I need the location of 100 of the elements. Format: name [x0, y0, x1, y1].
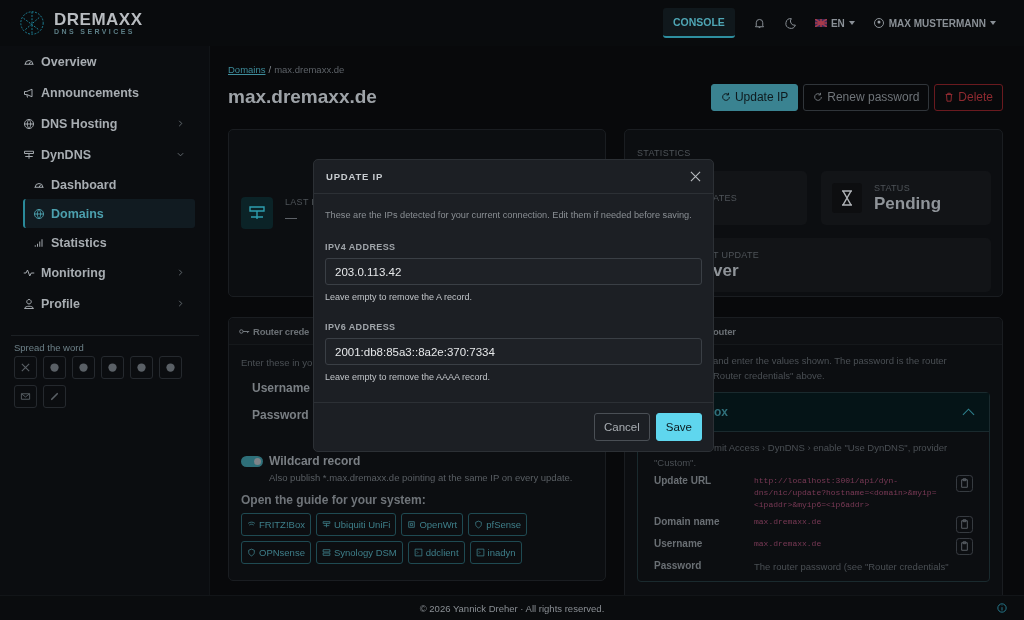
stat-label: STATUS [874, 182, 911, 193]
guide-button[interactable]: Synology DSM [315, 541, 403, 564]
share-button[interactable] [130, 356, 153, 379]
share-button[interactable] [101, 356, 124, 379]
chevron-icon [176, 268, 185, 277]
sidebar-item[interactable]: Profile [17, 288, 195, 319]
guide-button[interactable]: inadyn [469, 541, 522, 564]
cancel-button[interactable]: Cancel [593, 413, 650, 441]
server-icon [321, 548, 331, 557]
guide-button[interactable]: OpenWrt [401, 513, 464, 536]
setting-label: Password [654, 560, 703, 571]
share-button[interactable] [14, 356, 37, 379]
user-icon[interactable] [872, 17, 885, 29]
sidebar-item[interactable]: DynDNS [17, 139, 195, 170]
circle-logo-icon [49, 362, 60, 373]
guide-button[interactable]: ddclient [407, 541, 465, 564]
share-title: Spread the word [14, 342, 85, 353]
breadcrumb-link[interactable]: Domains [228, 64, 266, 75]
setting-value: The router password (see "Router credentials" [754, 560, 950, 573]
guide-button[interactable]: pfSense [468, 513, 528, 536]
sidebar-item[interactable]: Domains [23, 199, 195, 228]
setting-value: max.dremaxx.de [754, 538, 823, 550]
language-menu[interactable]: EN [830, 17, 845, 29]
caret-icon[interactable] [848, 21, 855, 25]
ip-input-field[interactable]: 203.0.113.42 [325, 258, 702, 285]
network-icon [321, 520, 331, 529]
network-icon [23, 148, 35, 161]
key-icon [239, 327, 250, 335]
chevron-icon [176, 150, 185, 159]
save-button[interactable]: Save [655, 413, 702, 441]
share-button[interactable] [72, 356, 95, 379]
megaphone-icon [23, 86, 35, 99]
breadcrumb-separator: / [268, 64, 272, 75]
shield-icon [247, 548, 256, 557]
sidebar-item[interactable]: Monitoring [17, 257, 195, 288]
dialog-title: UPDATE IP [326, 171, 384, 182]
action-button[interactable]: Renew password [803, 83, 930, 111]
field-hint: Leave empty to remove the A record. [325, 292, 474, 302]
globe-icon [23, 117, 35, 130]
user-menu[interactable]: MAX MUSTERMANN [888, 17, 986, 29]
card-title: Router crede [253, 325, 310, 337]
brand-name: DREMAXX [54, 11, 143, 28]
breadcrumb-current: max.dremaxx.de [274, 64, 345, 75]
guide-button[interactable]: FRITZ!Box [241, 513, 311, 536]
wildcard-hint: Also publish *.max.dremaxx.de pointing at the same IP on every update. [269, 472, 573, 483]
person-icon [23, 297, 35, 310]
share-button[interactable] [43, 385, 66, 408]
shield-icon [474, 520, 484, 529]
chip-icon [407, 520, 417, 529]
terminal-icon [413, 548, 423, 557]
sidebar-item[interactable]: Dashboard [23, 170, 195, 199]
ip-input-field[interactable]: 2001:db8:85a3::8a2e:370:7334 [325, 338, 702, 365]
info-icon[interactable] [997, 603, 1007, 613]
action-button[interactable]: Update IP [710, 83, 799, 111]
footer-text: © 2026 Yannick Dreher · All rights reserved. [419, 602, 605, 614]
wildcard-toggle[interactable] [241, 455, 263, 467]
page-title: max.dremaxx.de [228, 86, 377, 108]
sidebar-item[interactable]: Statistics [23, 228, 195, 257]
chevron-icon [962, 408, 975, 416]
console-tab[interactable]: CONSOLE [662, 8, 735, 38]
setting-label: Username [654, 538, 704, 549]
x-logo-icon [20, 362, 31, 373]
refresh-icon [720, 92, 731, 102]
refresh-icon [813, 92, 824, 102]
accordion-note: mit Access › DynDNS › enable "Use DynDNS", provider "Custom". [654, 441, 949, 470]
stat-value: ver [713, 260, 740, 281]
field-label: IPV4 ADDRESS [325, 242, 397, 252]
sidebar-item[interactable]: DNS Hosting [17, 108, 195, 139]
bell-icon[interactable] [752, 16, 766, 30]
hourglass-icon [832, 183, 862, 213]
close-icon[interactable] [690, 171, 701, 182]
share-button[interactable] [43, 356, 66, 379]
chevron-icon [176, 119, 185, 128]
chevron-icon [176, 299, 185, 308]
trash-icon [944, 92, 955, 102]
circle-logo-icon [78, 362, 89, 373]
copy-icon[interactable] [956, 475, 973, 492]
field-hint: Leave empty to remove the AAAA record. [325, 372, 492, 382]
card-title: outer [713, 325, 736, 337]
statistics-title: STATISTICS [637, 148, 691, 158]
circle-logo-icon [107, 362, 118, 373]
sidebar-item[interactable]: Announcements [17, 77, 195, 108]
guide-button[interactable]: Ubiquiti UniFi [315, 513, 397, 536]
copy-icon[interactable] [956, 538, 973, 555]
share-button[interactable] [14, 385, 37, 408]
setting-value: http://localhost:3001/api/dyn-dns/nic/update?hostname=<domain>&myip=<ipaddr>&myip6=<ip6addr> [754, 475, 938, 511]
flag-icon[interactable] [814, 19, 827, 27]
network-icon [241, 197, 273, 229]
guide-button[interactable]: OPNsense [241, 541, 311, 564]
field-label: Username [252, 381, 311, 395]
circle-logo-icon [165, 362, 176, 373]
setting-value: max.dremaxx.de [754, 516, 823, 528]
ip-label: LAST I [285, 197, 315, 207]
sidebar-item[interactable]: Overview [17, 46, 195, 77]
stat-label: ATES [713, 193, 738, 203]
ip-value: — [285, 211, 298, 225]
caret-icon[interactable] [990, 21, 996, 25]
moon-icon[interactable] [783, 16, 797, 30]
copy-icon[interactable] [956, 516, 973, 533]
share-button[interactable] [159, 356, 182, 379]
